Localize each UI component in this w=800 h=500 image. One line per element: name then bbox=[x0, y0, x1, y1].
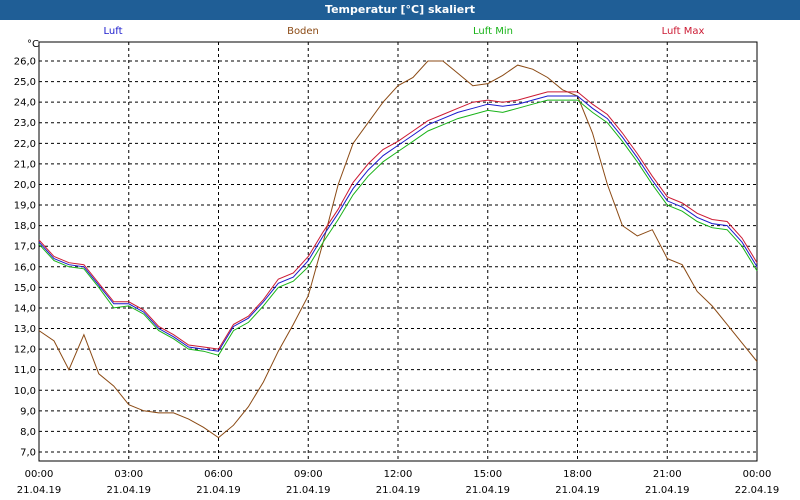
x-axis-ticks: 00:00 21.04.19 03:00 21.04.19 06:00 21.04.19 0… bbox=[17, 469, 780, 496]
x-tick-time: 03:00 bbox=[114, 469, 143, 480]
y-tick-label: 11,0 bbox=[14, 365, 36, 376]
x-tick-date: 21.04.19 bbox=[555, 485, 600, 496]
y-axis-label: °C bbox=[27, 39, 39, 50]
legend-luft: Luft bbox=[104, 26, 123, 37]
y-tick-label: 10,0 bbox=[14, 386, 36, 397]
y-tick-label: 22,0 bbox=[14, 139, 36, 150]
x-tick-date: 21.04.19 bbox=[17, 485, 62, 496]
y-tick-label: 25,0 bbox=[14, 77, 36, 88]
x-tick-time: 15:00 bbox=[473, 469, 502, 480]
x-tick-time: 12:00 bbox=[384, 469, 413, 480]
x-tick-date: 21.04.19 bbox=[376, 485, 421, 496]
y-tick-label: 23,0 bbox=[14, 118, 36, 129]
y-tick-label: 13,0 bbox=[14, 324, 36, 335]
x-tick-date: 21.04.19 bbox=[196, 485, 241, 496]
x-tick-time: 21:00 bbox=[653, 469, 682, 480]
x-tick-date: 21.04.19 bbox=[286, 485, 331, 496]
x-tick-time: 18:00 bbox=[563, 469, 592, 480]
y-tick-label: 15,0 bbox=[14, 283, 36, 294]
x-tick-time: 06:00 bbox=[204, 469, 233, 480]
x-tick-time: 00:00 bbox=[743, 469, 772, 480]
y-tick-label: 21,0 bbox=[14, 159, 36, 170]
y-tick-label: 14,0 bbox=[14, 303, 36, 314]
y-tick-label: 24,0 bbox=[14, 98, 36, 109]
y-tick-label: 7,0 bbox=[20, 448, 36, 459]
y-tick-label: 16,0 bbox=[14, 262, 36, 273]
x-tick-date: 21.04.19 bbox=[645, 485, 690, 496]
x-tick-date: 21.04.19 bbox=[465, 485, 510, 496]
y-tick-label: 26,0 bbox=[14, 57, 36, 68]
x-tick-time: 00:00 bbox=[25, 469, 54, 480]
y-tick-label: 19,0 bbox=[14, 201, 36, 212]
x-tick-date: 21.04.19 bbox=[106, 485, 151, 496]
legend-boden: Boden bbox=[287, 26, 319, 37]
y-tick-label: 9,0 bbox=[20, 406, 36, 417]
temperature-chart: 7,0 8,0 9,0 10,0 11,0 12,0 13,0 14,0 15,0 16,0 17,… bbox=[14, 26, 780, 496]
x-tick-date: 22.04.19 bbox=[735, 485, 780, 496]
y-tick-label: 18,0 bbox=[14, 221, 36, 232]
x-tick-time: 09:00 bbox=[294, 469, 323, 480]
y-axis-ticks: 7,0 8,0 9,0 10,0 11,0 12,0 13,0 14,0 15,0 16,0 17,… bbox=[14, 57, 36, 459]
y-tick-label: 20,0 bbox=[14, 180, 36, 191]
legend-luft-min: Luft Min bbox=[473, 26, 513, 37]
y-tick-label: 8,0 bbox=[20, 427, 36, 438]
legend-luft-max: Luft Max bbox=[662, 26, 705, 37]
y-tick-label: 17,0 bbox=[14, 242, 36, 253]
y-tick-label: 12,0 bbox=[14, 345, 36, 356]
